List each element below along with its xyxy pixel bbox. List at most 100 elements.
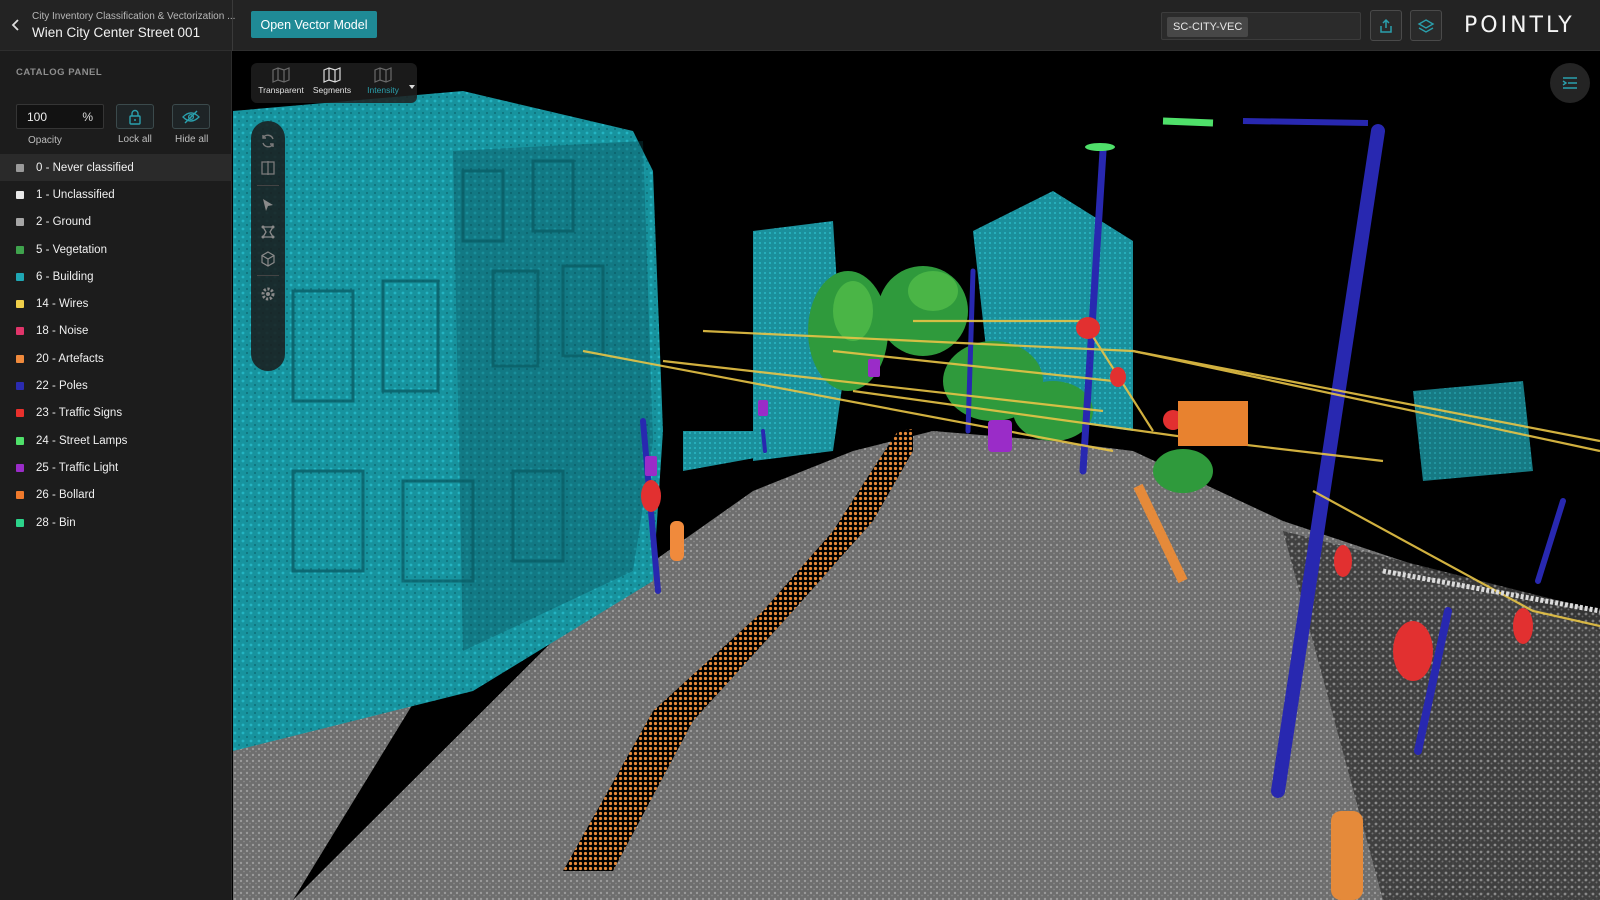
opacity-field[interactable]: % [16, 104, 104, 129]
class-label: 0 - Never classified [36, 161, 134, 174]
open-vector-model-button[interactable]: Open Vector Model [251, 11, 377, 38]
search-chip[interactable]: SC-CITY-VEC [1167, 17, 1249, 37]
render-mode-toolbar: Transparent Segments Intensity [251, 63, 417, 103]
cube-icon [261, 251, 275, 267]
share-button[interactable] [1370, 10, 1402, 41]
class-item[interactable]: 18 - Noise [0, 318, 232, 345]
class-color-swatch[interactable] [16, 354, 24, 363]
lock-all-button[interactable] [116, 104, 154, 129]
class-item[interactable]: 24 - Street Lamps [0, 427, 232, 454]
class-color-swatch[interactable] [16, 382, 24, 391]
render-mode-transparent[interactable]: Transparent [255, 67, 307, 101]
class-label: 1 - Unclassified [36, 188, 115, 201]
project-title: Wien City Center Street 001 [32, 25, 201, 40]
class-color-swatch[interactable] [16, 409, 24, 418]
lasso-tool[interactable] [258, 222, 278, 242]
opacity-unit: % [82, 110, 93, 124]
collapse-panel-button[interactable] [1550, 63, 1590, 103]
polygon-select-icon [261, 225, 275, 239]
eye-off-icon [182, 110, 200, 123]
hide-all-button[interactable] [172, 104, 210, 129]
pointly-logo: POINTLY [1464, 13, 1575, 38]
class-label: 14 - Wires [36, 298, 89, 311]
catalog-panel: CATALOG PANEL % Opacity Lock all Hide al… [0, 51, 232, 900]
class-item[interactable]: 2 - Ground [0, 209, 232, 236]
class-label: 25 - Traffic Light [36, 461, 119, 474]
class-item[interactable]: 14 - Wires [0, 290, 232, 317]
class-item[interactable]: 23 - Traffic Signs [0, 400, 232, 427]
box-tool[interactable] [258, 249, 278, 269]
class-item[interactable]: 6 - Building [0, 263, 232, 290]
opacity-label: Opacity [28, 135, 62, 146]
class-color-swatch[interactable] [16, 218, 24, 227]
class-label: 6 - Building [36, 270, 94, 283]
class-label: 18 - Noise [36, 325, 89, 338]
class-color-swatch[interactable] [16, 163, 24, 172]
catalog-panel-title: CATALOG PANEL [16, 67, 103, 78]
class-color-swatch[interactable] [16, 300, 24, 309]
refresh-icon [262, 134, 274, 148]
tool-separator [257, 185, 279, 186]
tool-strip [251, 121, 285, 371]
point-cloud-viewer[interactable]: Transparent Segments Intensity [233, 51, 1600, 900]
class-label: 23 - Traffic Signs [36, 407, 123, 420]
render-mode-segments[interactable]: Segments [306, 67, 358, 101]
project-search-field[interactable]: SC-CITY-VEC [1161, 12, 1361, 40]
class-color-swatch[interactable] [16, 245, 24, 254]
class-label: 20 - Artefacts [36, 352, 104, 365]
layers-icon [1417, 18, 1435, 33]
menu-collapse-icon [1562, 77, 1577, 89]
render-mode-dropdown[interactable] [408, 78, 416, 89]
top-bar: City Inventory Classification & Vectoriz… [0, 0, 1600, 51]
split-view-icon [261, 161, 275, 175]
render-mode-label: Intensity [367, 85, 399, 95]
select-tool[interactable] [258, 195, 278, 215]
cursor-icon [263, 199, 273, 211]
class-color-swatch[interactable] [16, 491, 24, 500]
class-item[interactable]: 25 - Traffic Light [0, 454, 232, 481]
class-color-swatch[interactable] [16, 190, 24, 199]
class-item[interactable]: 22 - Poles [0, 372, 232, 399]
class-item[interactable]: 5 - Vegetation [0, 236, 232, 263]
class-label: 24 - Street Lamps [36, 434, 128, 447]
class-color-swatch[interactable] [16, 518, 24, 527]
class-color-swatch[interactable] [16, 463, 24, 472]
class-list: 0 - Never classified 1 - Unclassified 2 - … [0, 154, 232, 536]
share-icon [1380, 18, 1392, 33]
lock-icon [129, 109, 141, 125]
class-item[interactable]: 26 - Bollard [0, 482, 232, 509]
gear-icon [261, 287, 275, 301]
tool-separator [257, 275, 279, 276]
point-cloud-scene[interactable] [233, 51, 1600, 900]
class-color-swatch[interactable] [16, 436, 24, 445]
back-button[interactable] [6, 14, 26, 36]
class-label: 2 - Ground [36, 216, 91, 229]
lock-all-label: Lock all [118, 134, 152, 145]
project-subtitle: City Inventory Classification & Vectoriz… [32, 11, 236, 22]
class-item[interactable]: 0 - Never classified [0, 154, 232, 182]
class-item[interactable]: 1 - Unclassified [0, 181, 232, 208]
divider [232, 0, 233, 51]
render-mode-intensity[interactable]: Intensity [357, 67, 409, 101]
layers-button[interactable] [1410, 10, 1442, 41]
class-item[interactable]: 28 - Bin [0, 509, 232, 536]
compare-tool[interactable] [258, 158, 278, 178]
class-label: 5 - Vegetation [36, 243, 107, 256]
caret-down-icon [409, 85, 415, 89]
class-label: 22 - Poles [36, 380, 88, 393]
chevron-left-icon [11, 19, 19, 31]
undo-redo-tool[interactable] [258, 131, 278, 151]
render-mode-label: Transparent [258, 85, 304, 95]
class-color-swatch[interactable] [16, 327, 24, 336]
class-item[interactable]: 20 - Artefacts [0, 345, 232, 372]
class-label: 26 - Bollard [36, 489, 95, 502]
settings-tool[interactable] [258, 284, 278, 304]
render-mode-label: Segments [312, 85, 352, 95]
map-icon [272, 67, 290, 83]
class-color-swatch[interactable] [16, 272, 24, 281]
class-label: 28 - Bin [36, 516, 76, 529]
opacity-input[interactable] [27, 110, 67, 124]
hide-all-label: Hide all [175, 134, 209, 145]
map-icon [374, 67, 392, 83]
map-icon [323, 67, 341, 83]
